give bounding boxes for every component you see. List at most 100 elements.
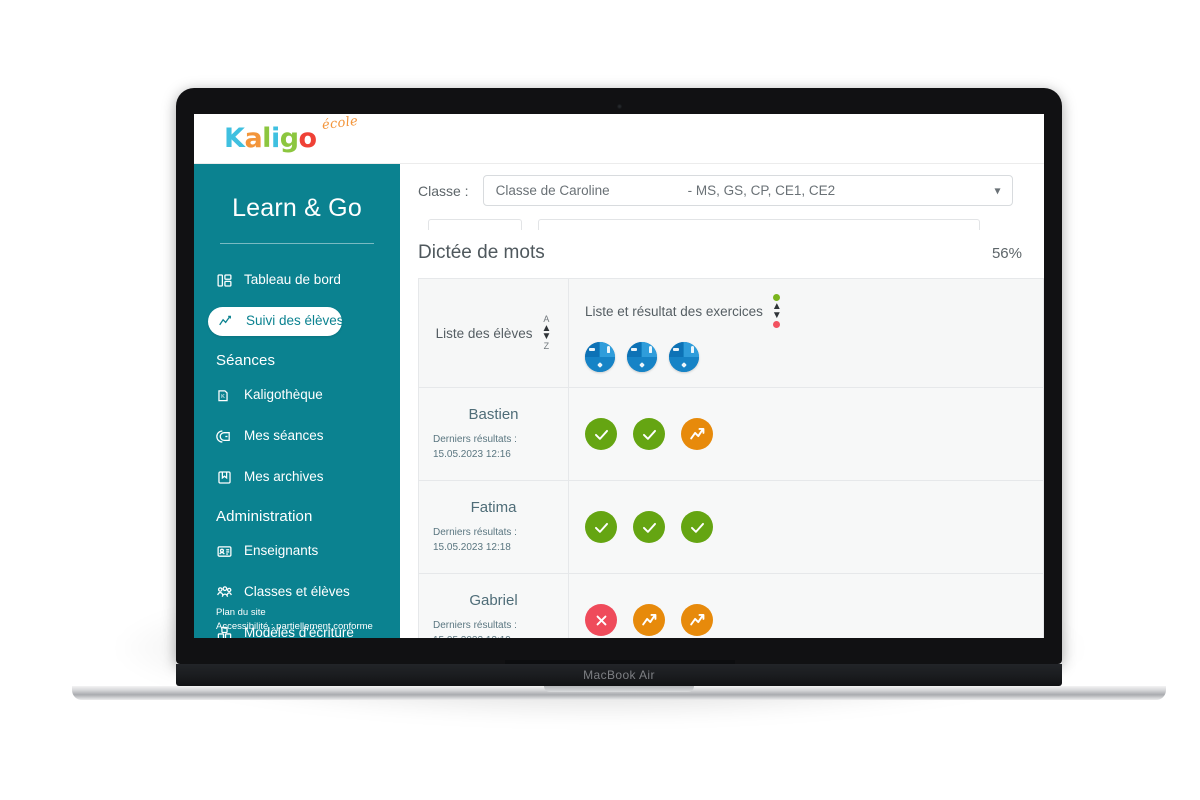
- result-success-icon[interactable]: [633, 511, 665, 543]
- sort-arrows-icon: ▲ ▼: [771, 301, 782, 321]
- svg-text:K: K: [221, 394, 225, 400]
- result-success-icon[interactable]: [585, 511, 617, 543]
- student-meta-label: Derniers résultats :: [433, 434, 517, 445]
- main-content: Classe : Classe de Caroline - MS, GS, CP…: [400, 164, 1044, 638]
- student-meta-date: 15.05.2023 12:19: [433, 633, 558, 638]
- result-success-icon[interactable]: [681, 511, 713, 543]
- sort-arrows-icon: ▲ ▼: [541, 322, 552, 342]
- chart-line-icon: [218, 313, 235, 330]
- device-model-label: MacBook Air: [583, 668, 655, 682]
- exercise-icon[interactable]: [627, 342, 657, 372]
- result-icon-list: [585, 604, 1027, 636]
- class-select[interactable]: Classe de Caroline - MS, GS, CP, CE1, CE…: [482, 175, 1013, 206]
- table-header-students-label: Liste des élèves: [435, 325, 533, 341]
- app-body: Learn & Go Tableau de bord Suivi des élè…: [194, 164, 1044, 638]
- logo-letter-l: l: [262, 123, 271, 154]
- class-selector-bar: Classe : Classe de Caroline - MS, GS, CP…: [400, 164, 1044, 216]
- student-meta-date: 15.05.2023 12:16: [433, 449, 511, 460]
- student-meta-label: Derniers résultats :: [433, 620, 517, 631]
- results-table: Liste des élèves A ▲ ▼ Z Liste et résult…: [418, 278, 1044, 638]
- student-meta-date: 15.05.2023 12:18: [433, 542, 511, 553]
- tab-right[interactable]: [538, 219, 980, 230]
- sidebar-item-classes-et-eleves[interactable]: Classes et élèves: [194, 578, 400, 607]
- sidebar-item-mes-archives[interactable]: Mes archives: [194, 463, 400, 492]
- sidebar-footer-links: Plan du site Accessibilité : partielleme…: [216, 606, 373, 634]
- page-title: Dictée de mots: [418, 242, 545, 263]
- completion-percentage: 56%: [991, 245, 1022, 262]
- student-name: Gabriel: [469, 592, 518, 609]
- green-dot-icon: [773, 294, 781, 301]
- palette-icon: [216, 428, 233, 445]
- table-header-exercises-label: Liste et résultat des exercices: [585, 303, 763, 319]
- sidebar-item-kaligotheque[interactable]: K Kaligothèque: [194, 381, 400, 410]
- sidebar-title: Learn & Go: [232, 194, 362, 222]
- exercise-icon-list: [585, 342, 1027, 372]
- kaligotheque-icon: K: [216, 387, 233, 404]
- sort-students-az-button[interactable]: A ▲ ▼ Z: [541, 314, 552, 351]
- sidebar-item-label: Suivi des élèves: [246, 313, 344, 329]
- tab-left[interactable]: [428, 219, 522, 230]
- result-fail-icon[interactable]: [585, 604, 617, 636]
- laptop-screen: Kaligo école Learn & Go Tableau de bord …: [194, 114, 1044, 638]
- screenshot-stage: Kaligo école Learn & Go Tableau de bord …: [0, 0, 1200, 800]
- footer-link-plan-du-site[interactable]: Plan du site: [216, 606, 373, 620]
- table-header-exercises-cell: Liste et résultat des exercices ▲ ▼: [569, 279, 1043, 387]
- logo-letter-k: K: [224, 123, 245, 154]
- table-row[interactable]: Bastien Derniers résultats : 15.05.2023 …: [419, 388, 1043, 481]
- table-header-row: Liste des élèves A ▲ ▼ Z Liste et résult…: [419, 279, 1043, 388]
- result-success-icon[interactable]: [633, 418, 665, 450]
- sidebar-item-tableau-de-bord[interactable]: Tableau de bord: [194, 266, 400, 295]
- app-window: Kaligo école Learn & Go Tableau de bord …: [194, 114, 1044, 638]
- results-cell: [569, 574, 1043, 638]
- exercise-icon[interactable]: [669, 342, 699, 372]
- student-name: Bastien: [468, 406, 519, 423]
- logo-letter-i: i: [270, 123, 280, 154]
- laptop-lid: Kaligo école Learn & Go Tableau de bord …: [173, 85, 1065, 665]
- sidebar-item-label: Mes archives: [244, 469, 324, 485]
- student-name: Fatima: [470, 499, 517, 516]
- exercise-icon[interactable]: [585, 342, 615, 372]
- sidebar-item-label: Enseignants: [244, 543, 319, 559]
- tab-strip: [400, 216, 1044, 230]
- section-header: Dictée de mots 56%: [400, 230, 1044, 278]
- result-progress-icon[interactable]: [633, 604, 665, 636]
- sort-az-bottom-label: Z: [543, 340, 550, 351]
- footer-link-accessibilite[interactable]: Accessibilité : partiellement conforme: [216, 620, 373, 634]
- table-row[interactable]: Gabriel Derniers résultats : 15.05.2023 …: [419, 574, 1043, 638]
- users-icon: [216, 584, 233, 601]
- class-label: Classe :: [418, 182, 469, 199]
- laptop-base: MacBook Air: [176, 664, 1062, 686]
- result-progress-icon[interactable]: [681, 604, 713, 636]
- class-select-value: Classe de Caroline: [495, 183, 610, 198]
- results-cell: [569, 388, 1043, 480]
- result-progress-icon[interactable]: [681, 418, 713, 450]
- result-success-icon[interactable]: [585, 418, 617, 450]
- result-icon-list: [585, 511, 1027, 543]
- sort-results-button[interactable]: ▲ ▼: [772, 294, 782, 328]
- sidebar: Learn & Go Tableau de bord Suivi des élè…: [194, 164, 400, 638]
- book-icon: [216, 469, 233, 486]
- result-icon-list: [585, 418, 1027, 450]
- kaligo-logo[interactable]: Kaligo école: [224, 114, 359, 154]
- sidebar-section-administration: Administration: [216, 508, 313, 525]
- table-row[interactable]: Fatima Derniers résultats : 15.05.2023 1…: [419, 481, 1043, 574]
- sidebar-item-enseignants[interactable]: Enseignants: [194, 537, 400, 566]
- logo-letter-g: g: [279, 123, 299, 154]
- logo-letter-o: o: [298, 123, 318, 154]
- id-card-icon: [216, 543, 233, 560]
- table-header-students-cell: Liste des élèves A ▲ ▼ Z: [419, 279, 569, 387]
- logo-letter-a: a: [244, 123, 263, 154]
- student-cell: Gabriel Derniers résultats : 15.05.2023 …: [419, 574, 569, 638]
- red-dot-icon: [773, 321, 781, 328]
- student-cell: Fatima Derniers résultats : 15.05.2023 1…: [419, 481, 569, 573]
- results-table-wrapper: Liste des élèves A ▲ ▼ Z Liste et résult…: [400, 278, 1044, 638]
- laptop-foot: [72, 686, 1166, 700]
- sidebar-item-label: Tableau de bord: [244, 272, 341, 288]
- app-topbar: Kaligo école: [194, 114, 1044, 164]
- results-cell: [569, 481, 1043, 573]
- student-cell: Bastien Derniers résultats : 15.05.2023 …: [419, 388, 569, 480]
- sidebar-item-mes-seances[interactable]: Mes séances: [194, 422, 400, 451]
- dashboard-icon: [216, 272, 233, 289]
- sidebar-item-suivi-des-eleves[interactable]: Suivi des élèves: [208, 307, 344, 336]
- student-meta-label: Derniers résultats :: [433, 527, 517, 538]
